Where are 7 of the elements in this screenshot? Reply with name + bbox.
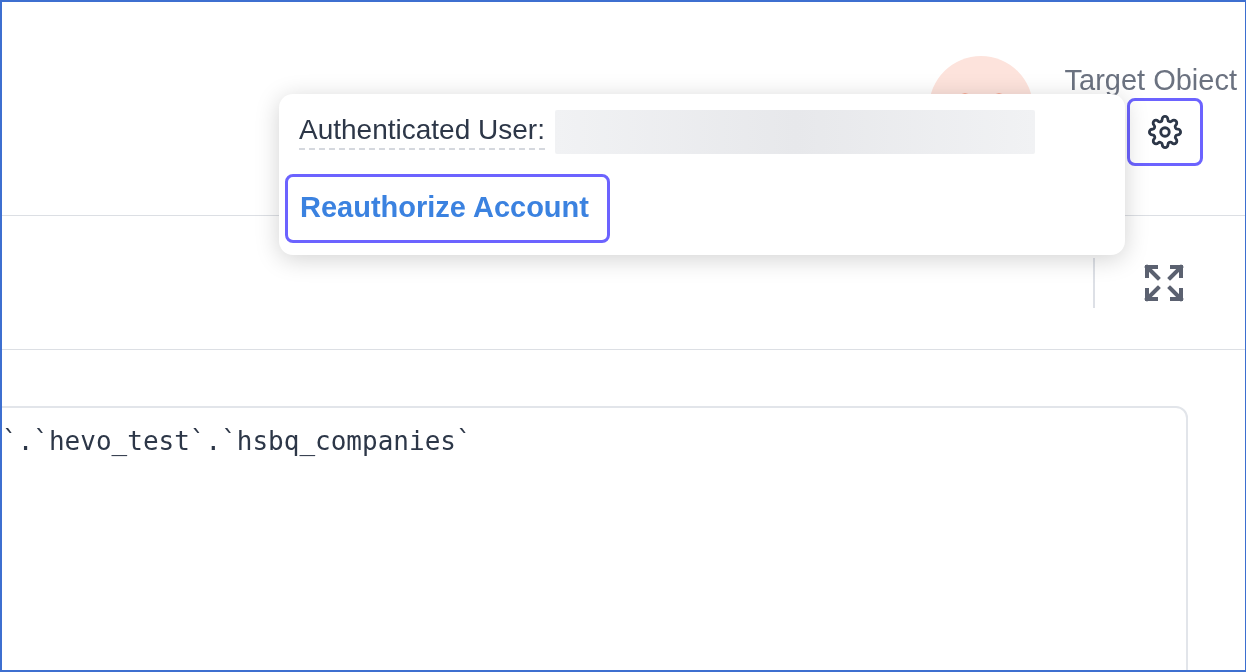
settings-button[interactable] [1127, 98, 1203, 166]
code-line: `.`hevo_test`.`hsbq_companies` [2, 426, 473, 456]
reauthorize-account-button[interactable]: Reauthorize Account [285, 174, 610, 243]
expand-icon[interactable] [1143, 262, 1185, 303]
authenticated-user-label: Authenticated User: [299, 114, 545, 150]
settings-icon [1148, 115, 1182, 149]
target-object-title: Target Obiect [1064, 64, 1237, 97]
